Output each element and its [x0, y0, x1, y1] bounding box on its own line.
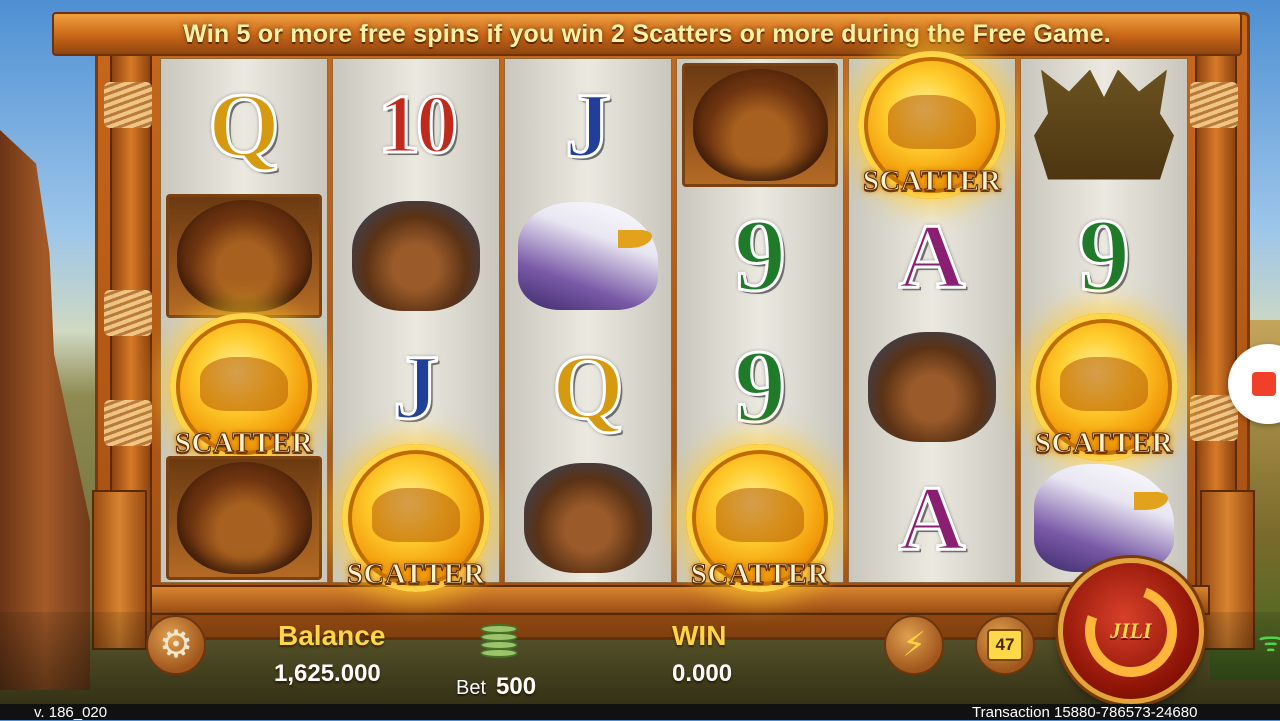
bison-icon [176, 199, 312, 312]
status-bar: v. 186_020 Transaction 15880-786573-2468… [0, 704, 1280, 721]
card-symbol-9: 9 [1077, 197, 1132, 313]
scatter-symbol: SCATTER [680, 443, 840, 592]
reel-cell [677, 59, 843, 190]
card-symbol-A: A [897, 466, 966, 569]
rope-binding [1190, 395, 1238, 441]
spin-logo-text: JILI [1110, 618, 1152, 643]
bison-symbol [682, 62, 838, 187]
reel-cell: A [849, 452, 1015, 583]
balance-value: 1,625.000 [274, 660, 381, 687]
reel-cell: SCATTER [1021, 312, 1187, 461]
reel-column: JQ [504, 58, 672, 583]
reel-cell: 9 [1021, 190, 1187, 321]
rope-binding [1190, 82, 1238, 128]
rope-binding [104, 290, 152, 336]
scatter-symbol: SCATTER [1024, 312, 1184, 461]
reel-cell: SCATTER [849, 50, 1015, 199]
version-text: v. 186_020 [34, 704, 108, 721]
autospin-button[interactable]: 47 [975, 615, 1035, 675]
card-symbol-10: 10 [377, 77, 460, 171]
reel-column: 9 9 SCATTER [676, 58, 844, 592]
bear-icon [868, 331, 996, 442]
reel-column: Q SCATTER [160, 58, 328, 583]
reel-cell: J [333, 321, 499, 452]
bet-label: Bet [456, 677, 487, 699]
win-label: WIN [672, 620, 727, 651]
scatter-label: SCATTER [690, 558, 830, 591]
reel-cell: SCATTER [677, 443, 843, 592]
turbo-button[interactable]: ⚡ [884, 615, 944, 675]
reel-cell [505, 190, 671, 321]
moose-icon [1034, 69, 1174, 180]
scatter-symbol: SCATTER [852, 50, 1012, 199]
reel-cell: SCATTER [161, 312, 327, 461]
reel-cell [505, 452, 671, 583]
signal-icon: ᯤ [1258, 626, 1280, 657]
desert-cliff [0, 130, 90, 690]
spin-arrow-icon: JILI [1069, 569, 1193, 693]
bet-value[interactable]: 500 [496, 673, 536, 701]
reel-cell [333, 190, 499, 321]
autospin-count-badge: 47 [987, 629, 1023, 661]
reel-cell: Q [505, 321, 671, 452]
reel-cell [161, 452, 327, 583]
reel-cell: 10 [333, 59, 499, 190]
eagle-icon [518, 201, 658, 310]
reel-cell: 9 [677, 321, 843, 452]
card-symbol-A: A [897, 204, 966, 307]
reel-column: 10 J SCATTER [332, 58, 500, 592]
bison-icon [692, 68, 828, 181]
reel-column: SCATTER A A [848, 50, 1016, 583]
bison-symbol [166, 193, 322, 318]
reel-column: 9 SCATTER [1020, 58, 1188, 583]
card-symbol-J: J [392, 335, 441, 438]
bear-icon [524, 462, 652, 573]
bison-symbol [166, 455, 322, 580]
card-symbol-Q: Q [207, 73, 282, 176]
card-symbol-9: 9 [733, 328, 788, 444]
bear-icon [352, 200, 480, 311]
card-symbol-9: 9 [733, 197, 788, 313]
gear-icon: ⚙ [158, 624, 194, 666]
reel-cell [849, 321, 1015, 452]
eagle-icon [1034, 463, 1174, 572]
lightning-icon: ⚡ [902, 626, 926, 664]
reel-cell: J [505, 59, 671, 190]
rope-binding [104, 82, 152, 128]
transaction-id: Transaction 15880-786573-24680 [972, 704, 1198, 721]
balance-label: Balance [278, 620, 386, 651]
spin-button[interactable]: JILI [1058, 558, 1204, 704]
reel-cell: A [849, 190, 1015, 321]
scatter-label: SCATTER [346, 558, 486, 591]
reel-cell: 9 [677, 190, 843, 321]
reel-cell [161, 190, 327, 321]
bet-chips-icon[interactable] [480, 624, 518, 660]
stop-icon [1252, 372, 1276, 396]
frame-bottom-beam [150, 585, 1210, 615]
bison-icon [176, 461, 312, 574]
scatter-symbol: SCATTER [336, 443, 496, 592]
rope-binding [104, 400, 152, 446]
reel-cell: SCATTER [333, 443, 499, 592]
card-symbol-Q: Q [551, 335, 626, 438]
card-symbol-J: J [564, 73, 613, 176]
reel-cell [1021, 59, 1187, 190]
banner-text: Win 5 or more free spins if you win 2 Sc… [183, 19, 1111, 48]
settings-button[interactable]: ⚙ [146, 615, 206, 675]
info-banner: Win 5 or more free spins if you win 2 Sc… [52, 12, 1242, 56]
reel-cell: Q [161, 59, 327, 190]
reel-grid: Q SCATTER 10 J SCATTER J Q 9 9 SCATTER SCATTER A A 9 S… [160, 50, 1188, 592]
win-value: 0.000 [672, 660, 733, 687]
scatter-symbol: SCATTER [164, 312, 324, 461]
